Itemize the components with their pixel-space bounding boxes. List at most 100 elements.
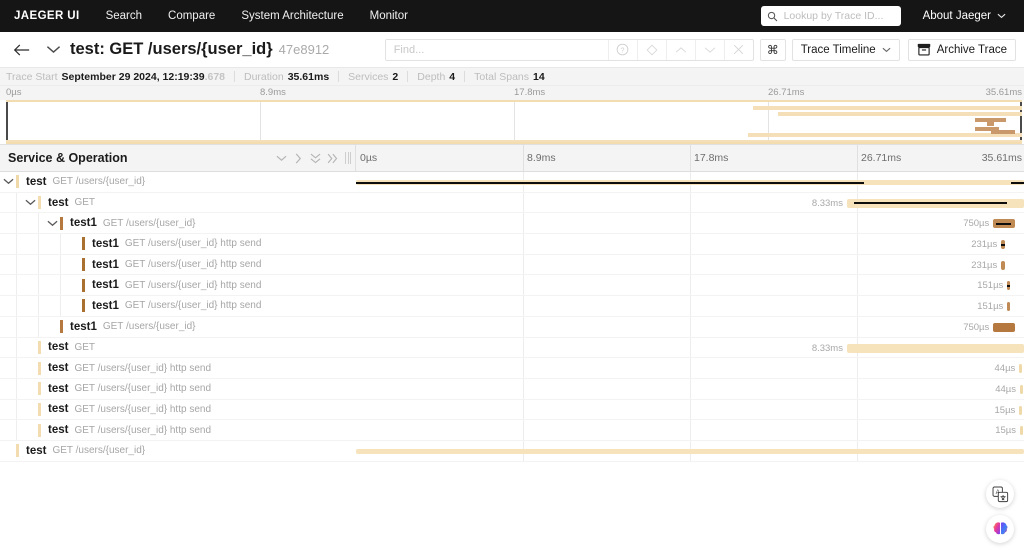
span-duration-bar[interactable] bbox=[1019, 384, 1023, 394]
span-expand-toggle[interactable] bbox=[0, 172, 16, 192]
span-row-timeline[interactable]: 151µs bbox=[356, 296, 1024, 316]
service-color-bar bbox=[82, 299, 85, 313]
span-expand-toggle[interactable] bbox=[44, 213, 60, 233]
span-row-timeline[interactable]: 44µs bbox=[356, 358, 1024, 378]
span-row[interactable]: test GET /users/{user_id} http send 15µs bbox=[0, 399, 1024, 421]
span-duration-label: 15µs bbox=[995, 425, 1016, 437]
minimap-viewport[interactable] bbox=[6, 100, 1022, 144]
search-input[interactable] bbox=[385, 39, 608, 60]
column-resize-handle[interactable] bbox=[345, 152, 351, 164]
span-row[interactable]: test1 GET /users/{user_id} http send 151µs bbox=[0, 275, 1024, 297]
jaeger-logo[interactable]: JAEGER UI bbox=[14, 10, 80, 22]
span-row-label[interactable]: test GET /users/{user_id} bbox=[0, 172, 356, 192]
previous-match-icon[interactable] bbox=[665, 39, 695, 60]
service-color-bar bbox=[82, 278, 85, 292]
expand-one-level-icon[interactable] bbox=[290, 148, 307, 168]
trace-start-value: September 29 2024, 12:19:39.678 bbox=[61, 70, 225, 83]
span-row-label[interactable]: test GET /users/{user_id} http send bbox=[0, 378, 356, 399]
span-row-timeline[interactable]: 750µs bbox=[356, 317, 1024, 337]
span-duration-bar[interactable] bbox=[1001, 260, 1006, 270]
span-duration-bar[interactable] bbox=[1019, 405, 1023, 415]
span-row[interactable]: test GET 8.33ms bbox=[0, 337, 1024, 359]
minimap-span-bar bbox=[990, 130, 1015, 134]
span-row-timeline[interactable]: 44µs bbox=[356, 379, 1024, 399]
nav-item-monitor[interactable]: Monitor bbox=[370, 10, 408, 22]
span-row[interactable]: test1 GET /users/{user_id} http send 231µs bbox=[0, 254, 1024, 276]
minimap-span-bar bbox=[752, 106, 1022, 110]
span-duration-bar[interactable] bbox=[1007, 302, 1011, 312]
span-row-timeline[interactable]: 231µs bbox=[356, 234, 1024, 254]
span-row[interactable]: test GET /users/{user_id} bbox=[0, 441, 1024, 462]
ai-assistant-button[interactable] bbox=[986, 515, 1014, 543]
span-row-label[interactable]: test GET /users/{user_id} http send bbox=[0, 358, 356, 378]
span-row[interactable]: test1 GET /users/{user_id} 750µs bbox=[0, 316, 1024, 338]
span-duration-bar[interactable] bbox=[846, 343, 1024, 353]
clear-search-icon[interactable] bbox=[723, 39, 753, 60]
axis-tick-label: 17.8ms bbox=[694, 152, 729, 164]
span-row-timeline[interactable]: 231µs bbox=[356, 255, 1024, 275]
span-row[interactable]: test GET /users/{user_id} bbox=[0, 172, 1024, 193]
view-mode-select[interactable]: Trace Timeline bbox=[791, 38, 900, 61]
service-operation-column: Service & Operation bbox=[0, 145, 356, 171]
keyboard-shortcuts-button[interactable]: ⌘ bbox=[759, 38, 786, 61]
nav-item-search[interactable]: Search bbox=[106, 10, 142, 22]
collapse-all-icon[interactable] bbox=[307, 148, 324, 168]
span-row[interactable]: test GET /users/{user_id} http send 44µs bbox=[0, 358, 1024, 379]
trace-id-lookup[interactable] bbox=[760, 6, 901, 26]
span-row-label[interactable]: test GET /users/{user_id} http send bbox=[0, 399, 356, 420]
trace-detail-toggle[interactable] bbox=[40, 35, 66, 65]
span-row-timeline[interactable]: 15µs bbox=[356, 420, 1024, 440]
span-row-timeline[interactable]: 750µs bbox=[356, 213, 1024, 233]
span-expand-toggle[interactable] bbox=[22, 193, 38, 213]
help-icon[interactable]: ? bbox=[607, 39, 637, 60]
chevron-down-icon bbox=[997, 13, 1006, 19]
span-duration-bar[interactable] bbox=[1019, 364, 1023, 374]
span-row-timeline[interactable]: 15µs bbox=[356, 400, 1024, 420]
nav-item-compare[interactable]: Compare bbox=[168, 10, 215, 22]
span-row-timeline[interactable]: 8.33ms bbox=[356, 338, 1024, 358]
span-row-label[interactable]: test GET bbox=[0, 192, 356, 213]
span-service-name: test bbox=[48, 341, 69, 354]
service-color-bar bbox=[38, 196, 41, 210]
trace-id-input[interactable] bbox=[781, 9, 895, 23]
span-duration-bar[interactable] bbox=[1019, 426, 1023, 436]
collapse-one-level-icon[interactable] bbox=[273, 148, 290, 168]
minimap-span-bar bbox=[987, 122, 994, 126]
span-row[interactable]: test GET /users/{user_id} http send 44µs bbox=[0, 378, 1024, 400]
back-button[interactable] bbox=[6, 35, 36, 65]
next-match-icon[interactable] bbox=[694, 39, 724, 60]
span-row-label[interactable]: test1 GET /users/{user_id} bbox=[0, 316, 356, 337]
span-operation-name: GET /users/{user_id} http send bbox=[74, 362, 212, 374]
minimap-left-handle[interactable] bbox=[6, 102, 8, 142]
span-duration-bar[interactable] bbox=[993, 322, 1015, 332]
about-jaeger-menu[interactable]: About Jaeger bbox=[923, 10, 1006, 22]
span-row-timeline[interactable] bbox=[356, 172, 1024, 192]
span-caret-placeholder bbox=[22, 379, 38, 399]
span-row[interactable]: test1 GET /users/{user_id} http send 231µs bbox=[0, 234, 1024, 255]
span-row-label[interactable]: test1 GET /users/{user_id} http send bbox=[0, 234, 356, 254]
translate-button[interactable]: A bbox=[986, 480, 1014, 508]
focus-match-icon[interactable] bbox=[636, 39, 666, 60]
span-row-timeline[interactable] bbox=[356, 441, 1024, 461]
minimap-tick: 8.9ms bbox=[260, 87, 286, 98]
span-row[interactable]: test GET /users/{user_id} http send 15µs bbox=[0, 420, 1024, 441]
span-service-name: test bbox=[48, 403, 69, 416]
span-row-label[interactable]: test GET bbox=[0, 337, 356, 358]
span-row[interactable]: test1 GET /users/{user_id} http send 151µs bbox=[0, 296, 1024, 317]
nav-item-system-architecture[interactable]: System Architecture bbox=[241, 10, 343, 22]
span-row-label[interactable]: test1 GET /users/{user_id} bbox=[0, 213, 356, 234]
span-row[interactable]: test1 GET /users/{user_id} 750µs bbox=[0, 213, 1024, 235]
expand-all-icon[interactable] bbox=[324, 148, 341, 168]
span-row-label[interactable]: test GET /users/{user_id} bbox=[0, 441, 356, 461]
span-row-timeline[interactable]: 151µs bbox=[356, 275, 1024, 295]
archive-trace-button[interactable]: Archive Trace bbox=[907, 38, 1016, 61]
span-row-label[interactable]: test1 GET /users/{user_id} http send bbox=[0, 275, 356, 296]
axis-tick-label: 0µs bbox=[360, 152, 378, 164]
span-row-label[interactable]: test1 GET /users/{user_id} http send bbox=[0, 296, 356, 316]
span-row-timeline[interactable]: 8.33ms bbox=[356, 193, 1024, 213]
span-duration-bar[interactable] bbox=[356, 448, 1024, 454]
span-row[interactable]: test GET 8.33ms bbox=[0, 192, 1024, 214]
span-row-label[interactable]: test GET /users/{user_id} http send bbox=[0, 420, 356, 440]
span-row-label[interactable]: test1 GET /users/{user_id} http send bbox=[0, 254, 356, 275]
